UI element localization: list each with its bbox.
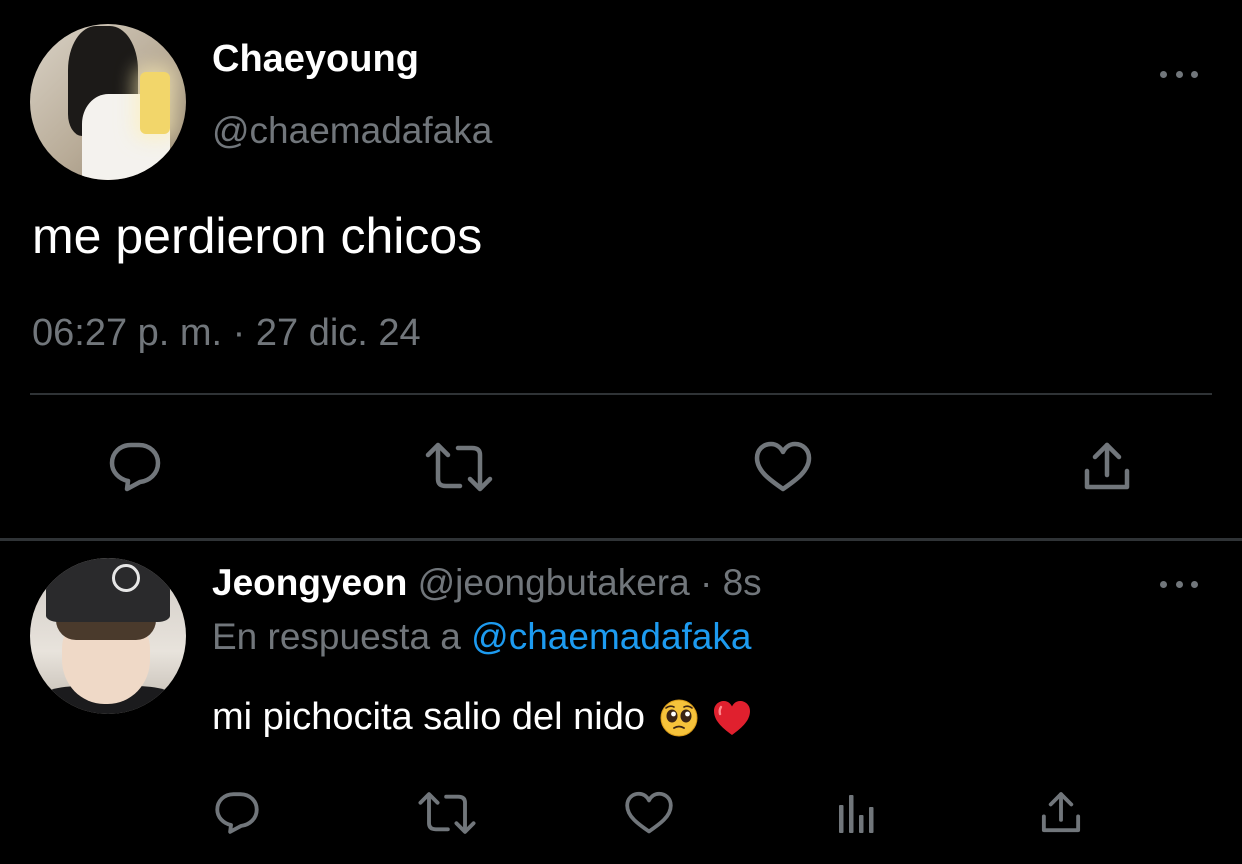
reply-like-button[interactable]	[614, 778, 684, 848]
pleading-face-emoji-icon	[660, 699, 698, 736]
reply-time-ago[interactable]: 8s	[723, 562, 762, 603]
retweet-button[interactable]	[424, 432, 494, 502]
red-heart-emoji-icon	[714, 700, 751, 735]
dot	[1191, 580, 1198, 588]
reply-button[interactable]	[100, 432, 170, 502]
tweet-separator	[0, 538, 1242, 541]
author-handle[interactable]: @chaemadafaka	[212, 110, 492, 152]
share-upload-icon	[1084, 442, 1130, 490]
retweet-icon	[425, 442, 493, 492]
share-upload-icon	[1041, 792, 1081, 833]
dot	[1160, 70, 1167, 78]
reply-author-name[interactable]: Jeongyeon	[212, 562, 407, 603]
reply-more-options-icon[interactable]	[1160, 574, 1198, 594]
heart-icon	[754, 441, 812, 492]
author-name[interactable]: Chaeyoung	[212, 38, 419, 81]
analytics-bars-icon	[839, 795, 874, 833]
more-options-icon[interactable]	[1160, 64, 1198, 84]
tweet-text: me perdieron chicos	[32, 208, 483, 264]
reply-share-button[interactable]	[1026, 778, 1096, 848]
reply-reply-button[interactable]	[202, 778, 272, 848]
divider	[30, 393, 1212, 395]
reply-analytics-button[interactable]	[822, 778, 892, 848]
reply-separator: ·	[689, 562, 723, 603]
dot	[1191, 70, 1198, 78]
dot	[1160, 580, 1167, 588]
reply-author-handle[interactable]: @jeongbutakera	[418, 562, 690, 603]
reply-context-mention[interactable]: @chaemadafaka	[471, 616, 751, 657]
avatar-phone	[140, 72, 170, 134]
reply-header: Jeongyeon @jeongbutakera · 8s	[212, 562, 762, 604]
reply-context-prefix: En respuesta a	[212, 616, 472, 657]
avatar-beanie	[46, 558, 170, 622]
dot	[1175, 70, 1183, 78]
share-button[interactable]	[1072, 432, 1142, 502]
reply-bubble-icon	[109, 442, 161, 492]
reply-text-content: mi pichocita salio del nido	[212, 696, 646, 738]
author-avatar[interactable]	[30, 24, 186, 180]
like-button[interactable]	[748, 432, 818, 502]
tweet-timestamp[interactable]: 06:27 p. m. · 27 dic. 24	[32, 312, 421, 355]
reply-text: mi pichocita salio del nido	[212, 696, 753, 739]
heart-icon	[625, 791, 673, 834]
main-tweet: Chaeyoung @chaemadafaka me perdieron chi…	[0, 0, 1242, 540]
reply-retweet-button[interactable]	[412, 778, 482, 848]
retweet-icon	[418, 792, 476, 834]
reply-bubble-icon	[215, 792, 259, 834]
reply-author-avatar[interactable]	[30, 558, 186, 714]
reply-context: En respuesta a @chaemadafaka	[212, 616, 751, 658]
dot	[1175, 580, 1183, 588]
beanie-logo	[112, 564, 140, 592]
